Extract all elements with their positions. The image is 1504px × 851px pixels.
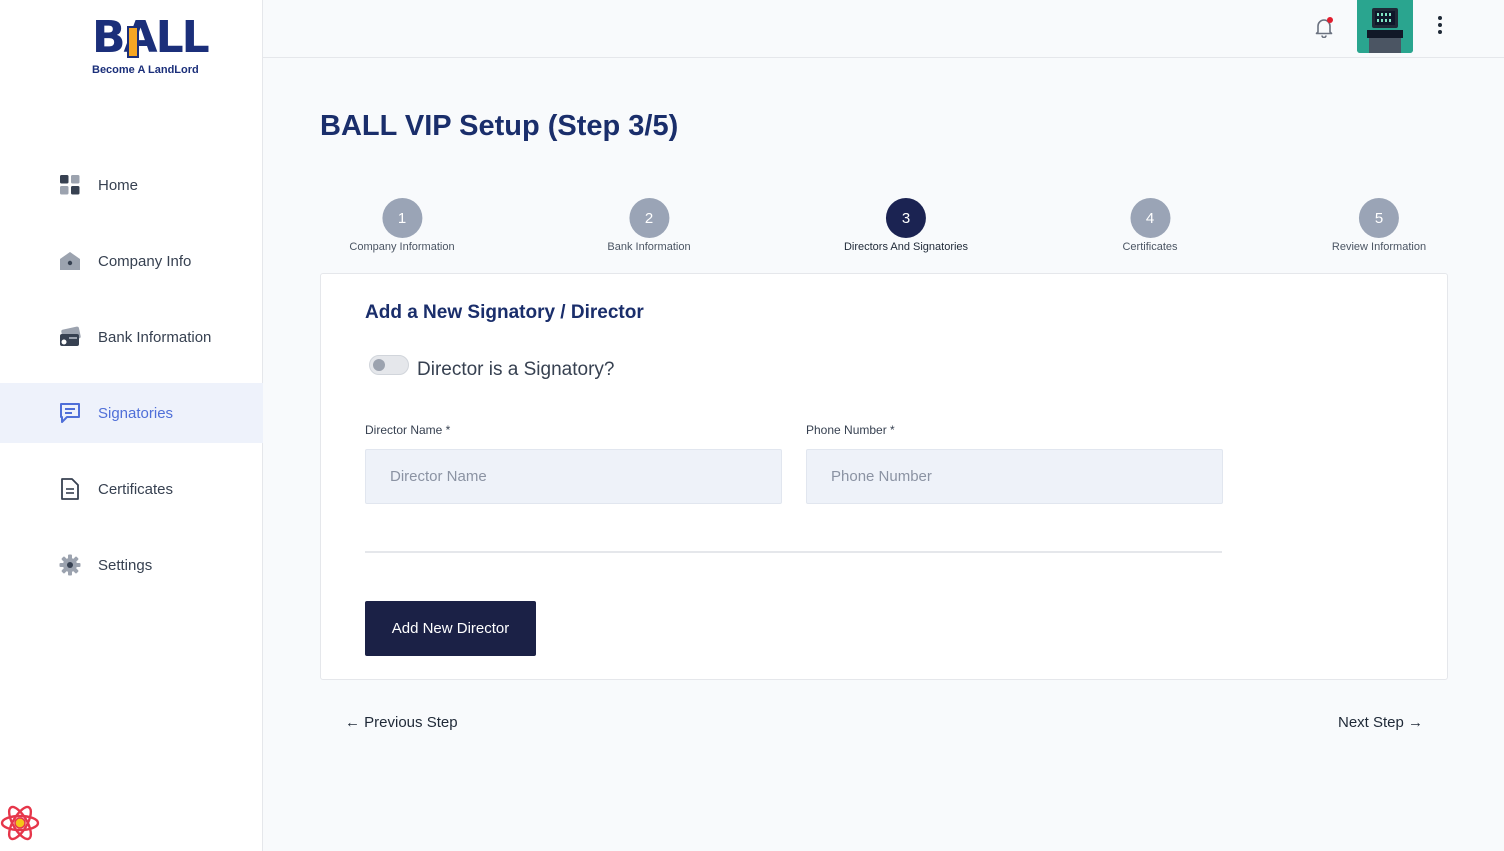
sidebar-nav: Home Company Info Bank Information Signa… — [0, 155, 263, 611]
step-certificates[interactable]: 4 Certificates — [1122, 198, 1178, 253]
signatory-toggle[interactable] — [369, 355, 409, 375]
sidebar-item-signatories[interactable]: Signatories — [0, 383, 263, 443]
form-title: Add a New Signatory / Director — [365, 302, 644, 323]
sidebar-item-bank-information[interactable]: Bank Information — [0, 307, 263, 367]
sidebar-item-home[interactable]: Home — [0, 155, 263, 215]
phone-number-label: Phone Number * — [806, 423, 895, 437]
step-company-information[interactable]: 1 Company Information — [349, 198, 455, 253]
kebab-menu-icon[interactable] — [1433, 14, 1447, 36]
phone-number-input[interactable] — [806, 449, 1223, 504]
sidebar-item-label: Home — [98, 176, 139, 194]
previous-step-link[interactable]: ← Previous Step — [345, 714, 458, 731]
chat-icon — [58, 401, 82, 425]
logo-wordmark: BALL — [92, 12, 210, 63]
top-bar — [263, 0, 1504, 58]
sidebar-item-label: Company Info — [98, 252, 192, 270]
home-icon — [58, 249, 82, 273]
grid-icon — [58, 173, 82, 197]
ball-logo[interactable]: BALL Become A LandLord — [88, 10, 210, 80]
step-directors-signatories[interactable]: 3 Directors And Signatories — [844, 198, 968, 253]
step-number: 2 — [629, 198, 669, 238]
step-number: 5 — [1359, 198, 1399, 238]
step-label: Directors And Signatories — [843, 241, 969, 253]
add-new-director-button[interactable]: Add New Director — [365, 601, 536, 656]
page-title: BALL VIP Setup (Step 3/5) — [320, 110, 679, 142]
bell-icon[interactable] — [1313, 16, 1335, 39]
react-devtools-icon[interactable] — [0, 803, 40, 843]
gear-icon — [58, 553, 82, 577]
step-number: 4 — [1130, 198, 1170, 238]
director-name-label: Director Name * — [365, 423, 451, 437]
sidebar: BALL Become A LandLord Home Company Info… — [0, 0, 263, 851]
toggle-knob — [373, 359, 385, 371]
logo-door-icon — [127, 26, 139, 58]
step-number: 1 — [381, 198, 422, 238]
user-avatar[interactable] — [1357, 0, 1413, 53]
step-label: Certificates — [1122, 241, 1178, 253]
document-icon — [58, 477, 82, 501]
logo-tagline: Become A LandLord — [92, 64, 199, 76]
sidebar-item-company-info[interactable]: Company Info — [0, 231, 263, 291]
step-label: Company Information — [349, 241, 455, 253]
director-form-card: Add a New Signatory / Director Director … — [320, 273, 1448, 680]
sidebar-item-label: Signatories — [98, 404, 174, 422]
form-divider — [365, 551, 1222, 553]
step-bank-information[interactable]: 2 Bank Information — [607, 198, 691, 253]
next-step-link[interactable]: Next Step → — [1338, 714, 1423, 731]
director-name-input[interactable] — [365, 449, 782, 504]
sidebar-item-label: Bank Information — [98, 328, 212, 346]
signatory-toggle-label: Director is a Signatory? — [417, 359, 615, 380]
sidebar-item-certificates[interactable]: Certificates — [0, 459, 263, 519]
sidebar-item-label: Certificates — [98, 480, 174, 498]
setup-stepper: 1 Company Information 2 Bank Information… — [320, 198, 1448, 258]
sidebar-item-settings[interactable]: Settings — [0, 535, 263, 595]
sidebar-item-label: Settings — [98, 556, 153, 574]
step-label: Review Information — [1331, 241, 1427, 253]
step-label: Bank Information — [607, 241, 691, 253]
step-number: 3 — [886, 198, 926, 238]
step-review-information[interactable]: 5 Review Information — [1332, 198, 1426, 253]
bank-card-icon — [58, 325, 82, 349]
